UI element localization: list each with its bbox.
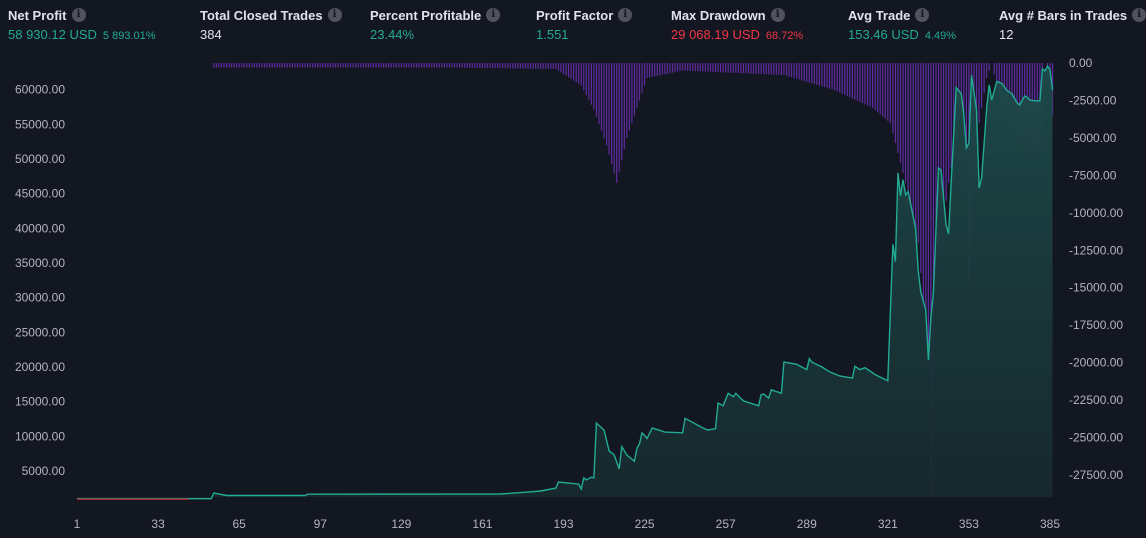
x-axis-tick-label: 161 [472, 517, 492, 531]
x-axis-tick-label: 33 [151, 517, 165, 531]
left-axis-tick-label: 25000.00 [15, 325, 65, 339]
left-axis-tick-label: 55000.00 [15, 117, 65, 131]
x-axis-tick-label: 289 [797, 517, 817, 531]
x-axis-tick-label: 225 [635, 517, 655, 531]
x-axis-tick-label: 321 [878, 517, 898, 531]
left-axis-tick-label: 5000.00 [22, 464, 66, 478]
x-axis-tick-label: 353 [959, 517, 979, 531]
right-axis-tick-label: -2500.00 [1069, 93, 1117, 107]
left-axis-tick-label: 10000.00 [15, 429, 65, 443]
right-axis-tick-label: -22500.00 [1069, 393, 1123, 407]
right-axis-tick-label: -17500.00 [1069, 318, 1123, 332]
right-axis-tick-label: 0.00 [1069, 56, 1093, 70]
right-axis-tick-label: -12500.00 [1069, 243, 1123, 257]
x-axis-tick-label: 97 [314, 517, 328, 531]
x-axis-tick-label: 65 [232, 517, 246, 531]
right-axis-tick-label: -15000.00 [1069, 281, 1123, 295]
left-axis-tick-label: 35000.00 [15, 256, 65, 270]
left-axis-tick-label: 20000.00 [15, 360, 65, 374]
right-axis-tick-label: -20000.00 [1069, 356, 1123, 370]
equity-area [77, 66, 1053, 499]
left-axis-tick-label: 60000.00 [15, 83, 65, 97]
x-axis-tick-label: 129 [391, 517, 411, 531]
equity-drawdown-chart: 5000.00 10000.00 15000.00 20000.00 25000.00 3… [15, 56, 1123, 531]
right-axis-tick-label: -25000.00 [1069, 431, 1123, 445]
right-axis-tick-label: -10000.00 [1069, 206, 1123, 220]
x-axis-tick-label: 193 [553, 517, 573, 531]
left-axis-tick-label: 15000.00 [15, 395, 65, 409]
left-axis-tick-label: 45000.00 [15, 187, 65, 201]
right-axis-tick-label: -5000.00 [1069, 131, 1117, 145]
x-axis-tick-label: 385 [1040, 517, 1060, 531]
left-axis-tick-label: 50000.00 [15, 152, 65, 166]
right-axis-tick-label: -27500.00 [1069, 468, 1123, 482]
right-axis-tick-label: -7500.00 [1069, 168, 1117, 182]
left-axis-tick-label: 40000.00 [15, 221, 65, 235]
x-axis-tick-label: 1 [74, 517, 81, 531]
x-axis-tick-label: 257 [716, 517, 736, 531]
left-axis-tick-label: 30000.00 [15, 291, 65, 305]
